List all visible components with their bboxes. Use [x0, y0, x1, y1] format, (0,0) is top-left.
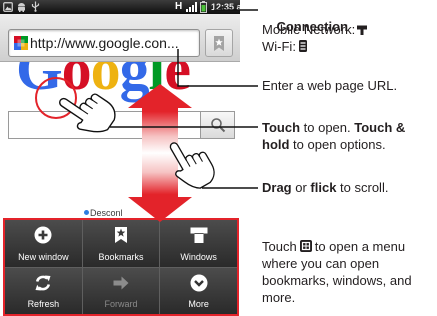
- mobile-network-icon: [357, 25, 368, 35]
- callout-mobile-network: Mobile Network:: [262, 22, 368, 38]
- callout-menu-line4: more.: [262, 290, 295, 306]
- menu-open-text: to open a menu: [314, 239, 406, 254]
- touch-hold-keyword: Touch &: [354, 120, 406, 135]
- menu-text-line2: where you can open: [262, 256, 380, 271]
- scroll-text: to scroll.: [336, 180, 389, 195]
- wifi-label: Wi-Fi:: [262, 39, 296, 54]
- menu-touch-text: Touch: [262, 239, 297, 254]
- menu-key-icon: [299, 240, 312, 252]
- menu-text-line3: bookmarks, windows, and: [262, 273, 412, 288]
- callout-line-url: [177, 49, 258, 87]
- callout-url: Enter a web page URL.: [262, 78, 397, 94]
- callout-wifi: Wi-Fi:: [262, 39, 307, 55]
- callout-touch-line1: Touch to open. Touch &: [262, 120, 405, 136]
- drag-keyword: Drag: [262, 180, 292, 195]
- mobile-network-label: Mobile Network:: [262, 22, 356, 37]
- flick-keyword: flick: [310, 180, 337, 195]
- manual-figure: H 12:35 am Google: [0, 0, 437, 316]
- callout-drag: Drag or flick to scroll.: [262, 180, 388, 196]
- wifi-icon: [298, 40, 307, 52]
- callout-menu-line1: Touch to open a menu: [262, 239, 405, 255]
- callout-touch-line2: hold to open options.: [262, 137, 386, 153]
- hold-keyword: hold: [262, 137, 290, 152]
- drag-text: or: [291, 180, 311, 195]
- touch-keyword: Touch: [262, 120, 301, 135]
- hold-text: to open options.: [289, 137, 386, 152]
- callout-menu-line3: bookmarks, windows, and: [262, 273, 412, 289]
- touch-hand-icon: [59, 93, 116, 133]
- menu-text-line4: more.: [262, 290, 296, 305]
- callout-menu-line2: where you can open: [262, 256, 379, 272]
- url-instruction: Enter a web page URL.: [262, 78, 398, 93]
- touch-text: to open.: [300, 120, 355, 135]
